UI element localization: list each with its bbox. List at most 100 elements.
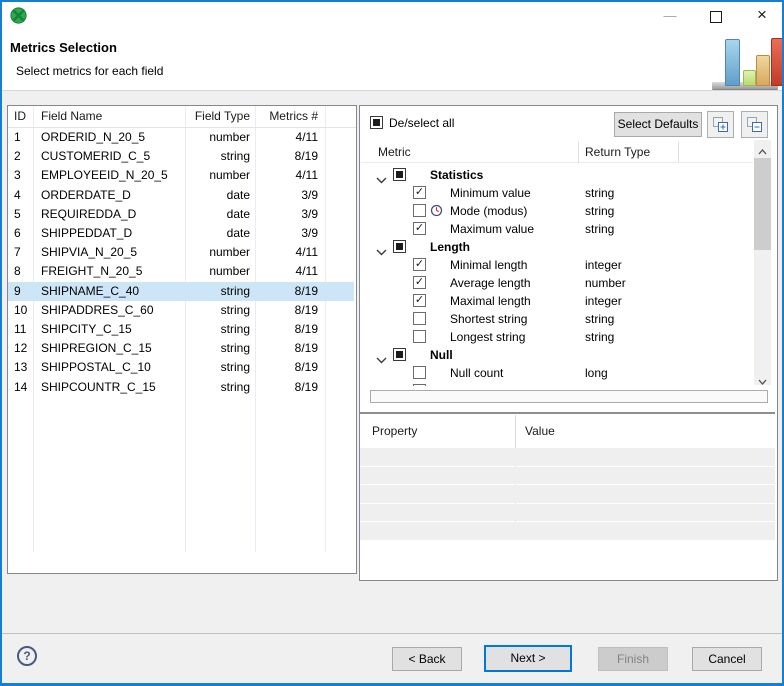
column-header-name[interactable]: Field Name — [41, 106, 183, 127]
row-id: 9 — [14, 282, 38, 301]
back-button[interactable]: < Back — [392, 647, 462, 671]
bar-green — [743, 70, 756, 86]
metric-checkbox[interactable] — [413, 204, 426, 217]
metric-return-type: string — [585, 328, 614, 346]
row-metrics-count: 8/19 — [258, 339, 318, 358]
tree-column-return-type[interactable]: Return Type — [585, 144, 650, 160]
table-row[interactable]: 8FREIGHT_N_20_5number4/11 — [8, 262, 354, 281]
metric-checkbox[interactable]: ✓ — [413, 294, 426, 307]
table-row[interactable]: 13SHIPPOSTAL_C_10string8/19 — [8, 358, 354, 377]
table-row[interactable]: 11SHIPCITY_C_15string8/19 — [8, 320, 354, 339]
property-empty-row[interactable] — [360, 522, 775, 540]
metric-group-row[interactable]: Length — [361, 238, 754, 256]
property-empty-row[interactable] — [360, 504, 775, 522]
group-checkbox[interactable] — [393, 348, 406, 361]
minimize-button[interactable]: — — [654, 2, 686, 30]
cancel-button[interactable]: Cancel — [692, 647, 762, 671]
bar-chart-icon — [710, 30, 784, 92]
metric-return-type: string — [585, 202, 614, 220]
property-empty-row[interactable] — [360, 467, 775, 485]
row-field-type: date — [176, 205, 250, 224]
metric-group-row[interactable]: Null — [361, 346, 754, 364]
table-row[interactable]: 3EMPLOYEEID_N_20_5number4/11 — [8, 166, 354, 185]
row-field-name: REQUIREDDA_D — [41, 205, 183, 224]
property-column-header[interactable]: Property — [372, 418, 417, 444]
bar-amber — [756, 55, 770, 86]
collapse-all-button[interactable] — [741, 111, 768, 138]
value-column-header[interactable]: Value — [525, 418, 555, 444]
deselect-all-label: De/select all — [389, 116, 454, 130]
select-defaults-button[interactable]: Select Defaults — [614, 112, 702, 137]
metric-checkbox[interactable] — [413, 312, 426, 325]
metric-item-row[interactable]: Shortest stringstring — [361, 310, 754, 328]
property-empty-row[interactable] — [360, 485, 775, 503]
metric-item-row[interactable]: Null count long — [361, 364, 754, 382]
maximize-icon — [710, 11, 722, 23]
metric-group-row[interactable]: Statistics — [361, 166, 754, 184]
expand-all-button[interactable] — [707, 111, 734, 138]
help-icon[interactable]: ? — [17, 646, 37, 666]
row-field-name: SHIPPEDDAT_D — [41, 224, 183, 243]
metric-label: Shortest string — [450, 310, 527, 328]
metric-item-row[interactable]: ✓Minimum valuestring — [361, 184, 754, 202]
table-row[interactable]: 12SHIPREGION_C_15string8/19 — [8, 339, 354, 358]
table-row[interactable]: 10SHIPADDRES_C_60string8/19 — [8, 301, 354, 320]
scrollbar-thumb[interactable] — [754, 158, 771, 250]
metric-checkbox[interactable] — [413, 366, 426, 379]
row-field-name: ORDERDATE_D — [41, 186, 183, 205]
metric-return-type: long — [585, 364, 608, 382]
tree-horizontal-scrollbar[interactable] — [370, 390, 768, 403]
metric-checkbox[interactable]: ✓ — [413, 258, 426, 271]
column-header-metrics[interactable]: Metrics # — [258, 106, 318, 127]
row-field-type: string — [176, 378, 250, 397]
tristate-mark — [373, 119, 380, 126]
property-empty-row[interactable] — [360, 448, 775, 466]
row-metrics-count: 8/19 — [258, 320, 318, 339]
tree-column-metric[interactable]: Metric — [378, 144, 411, 160]
tree-scrollbar[interactable] — [754, 140, 771, 385]
metric-checkbox[interactable]: ✓ — [413, 222, 426, 235]
table-row[interactable]: 9SHIPNAME_C_40string8/19 — [8, 282, 354, 301]
metric-item-row[interactable]: ✓Maximum valuestring — [361, 220, 754, 238]
table-row[interactable]: 14SHIPCOUNTR_C_15string8/19 — [8, 378, 354, 397]
maximize-button[interactable] — [700, 2, 732, 30]
metric-label: Null count — [450, 364, 503, 382]
deselect-all-checkbox[interactable] — [370, 116, 383, 129]
metric-item-row[interactable]: ✓Minimal lengthinteger — [361, 256, 754, 274]
metric-checkbox[interactable]: ✓ — [413, 186, 426, 199]
panel-splitter[interactable] — [360, 412, 775, 414]
tristate-mark — [396, 351, 403, 358]
row-field-type: string — [176, 147, 250, 166]
group-label: Length — [430, 238, 470, 256]
row-id: 6 — [14, 224, 38, 243]
metric-checkbox[interactable] — [413, 330, 426, 343]
table-row[interactable]: 5REQUIREDDA_Ddate3/9 — [8, 205, 354, 224]
metric-item-row[interactable]: Longest stringstring — [361, 328, 754, 346]
metric-return-type: integer — [585, 292, 622, 310]
close-button[interactable]: × — [746, 2, 778, 30]
row-metrics-count: 3/9 — [258, 205, 318, 224]
table-row[interactable]: 1ORDERID_N_20_5number4/11 — [8, 128, 354, 147]
metric-checkbox[interactable] — [413, 384, 426, 386]
column-header-type[interactable]: Field Type — [176, 106, 250, 127]
row-field-name: SHIPNAME_C_40 — [41, 282, 183, 301]
scroll-up-icon[interactable] — [754, 140, 771, 155]
metric-item-row[interactable]: Mode (modus)string — [361, 202, 754, 220]
table-row[interactable]: 7SHIPVIA_N_20_5number4/11 — [8, 243, 354, 262]
metric-item-row[interactable]: ✓Average lengthnumber — [361, 274, 754, 292]
table-row[interactable]: 4ORDERDATE_Ddate3/9 — [8, 186, 354, 205]
table-row[interactable]: 6SHIPPEDDAT_Ddate3/9 — [8, 224, 354, 243]
scroll-down-icon[interactable] — [754, 370, 771, 385]
table-row[interactable]: 2CUSTOMERID_C_5string8/19 — [8, 147, 354, 166]
next-button[interactable]: Next > — [484, 645, 572, 672]
metric-item-row[interactable]: ✓Maximal lengthinteger — [361, 292, 754, 310]
column-header-id[interactable]: ID — [14, 106, 38, 127]
group-checkbox[interactable] — [393, 168, 406, 181]
row-id: 14 — [14, 378, 38, 397]
group-checkbox[interactable] — [393, 240, 406, 253]
row-id: 1 — [14, 128, 38, 147]
row-metrics-count: 8/19 — [258, 301, 318, 320]
finish-button[interactable]: Finish — [598, 647, 668, 671]
metric-checkbox[interactable]: ✓ — [413, 276, 426, 289]
group-label: Statistics — [430, 166, 483, 184]
